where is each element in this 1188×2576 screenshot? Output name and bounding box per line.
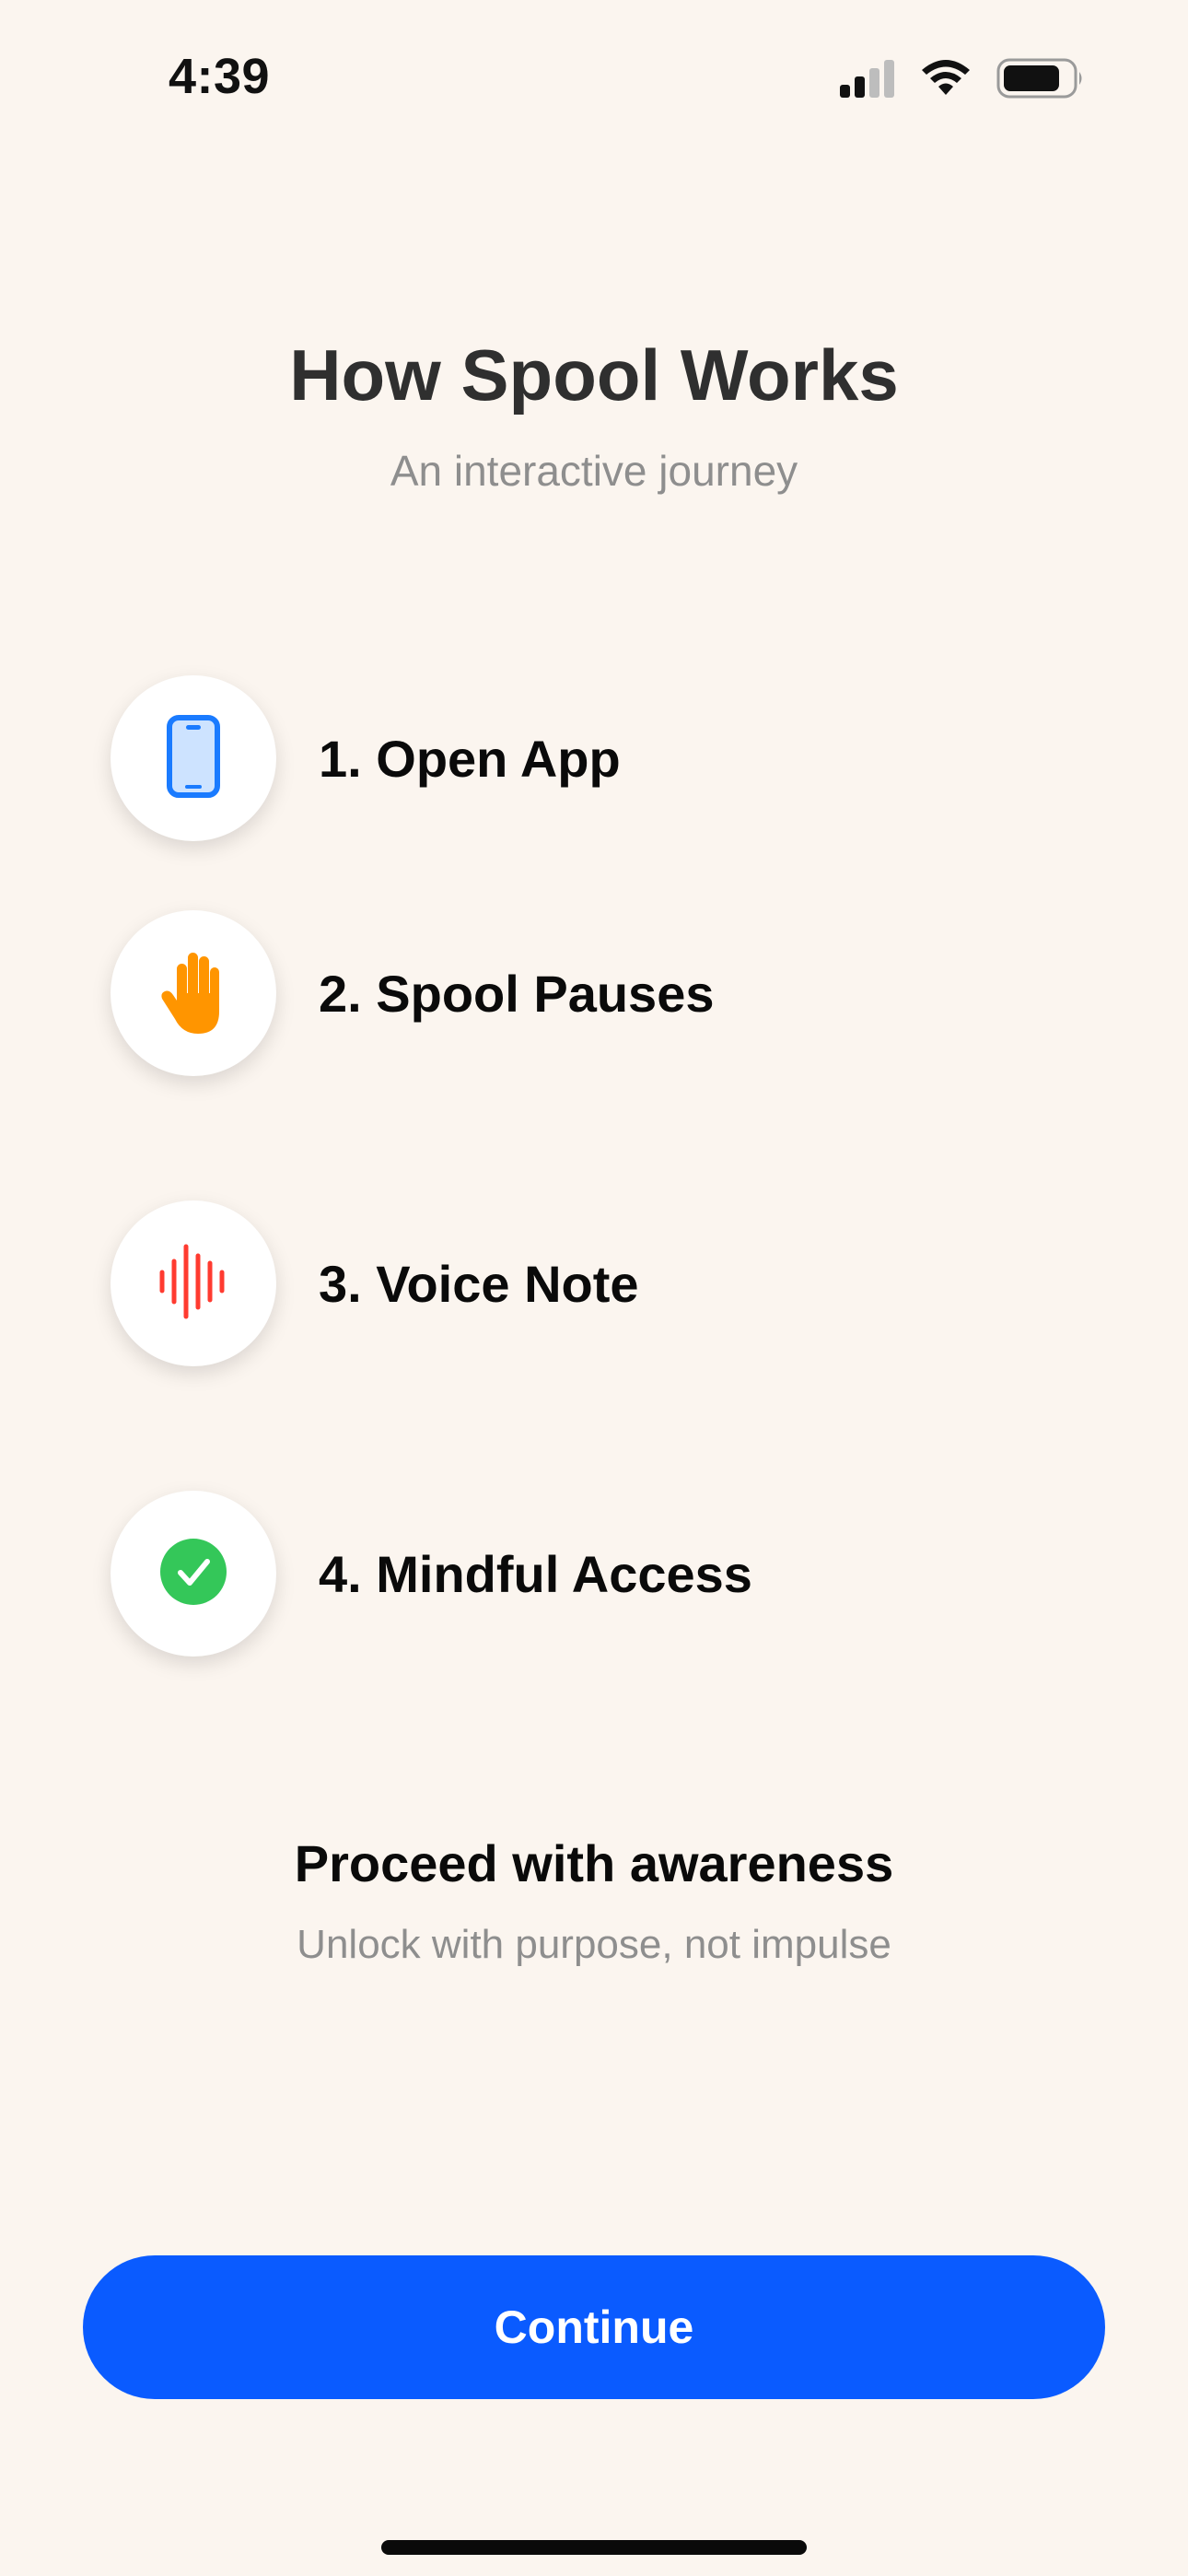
step-icon-circle bbox=[111, 1491, 276, 1657]
page-title: How Spool Works bbox=[289, 334, 899, 416]
checkmark-circle-icon bbox=[159, 1538, 227, 1610]
continue-button[interactable]: Continue bbox=[83, 2255, 1105, 2399]
home-indicator[interactable] bbox=[381, 2540, 807, 2555]
wifi-icon bbox=[919, 58, 973, 103]
step-voice-note: 3. Voice Note bbox=[111, 1200, 639, 1366]
footer-title: Proceed with awareness bbox=[294, 1834, 894, 1892]
step-label: 3. Voice Note bbox=[319, 1254, 639, 1313]
step-icon-circle bbox=[111, 910, 276, 1076]
page-subtitle: An interactive journey bbox=[390, 447, 798, 495]
step-open-app: 1. Open App bbox=[111, 675, 621, 841]
step-spool-pauses: 2. Spool Pauses bbox=[111, 910, 715, 1076]
step-icon-circle bbox=[111, 1200, 276, 1366]
step-label: 1. Open App bbox=[319, 729, 621, 788]
step-label: 2. Spool Pauses bbox=[319, 964, 715, 1023]
cellular-signal-icon bbox=[840, 59, 895, 102]
hand-icon bbox=[157, 945, 230, 1042]
waveform-icon bbox=[157, 1243, 230, 1325]
step-mindful-access: 4. Mindful Access bbox=[111, 1491, 752, 1657]
phone-icon bbox=[166, 714, 221, 802]
battery-icon bbox=[996, 57, 1085, 104]
status-icons bbox=[840, 57, 1085, 103]
step-label: 4. Mindful Access bbox=[319, 1544, 752, 1603]
step-icon-circle bbox=[111, 675, 276, 841]
status-time: 4:39 bbox=[169, 49, 271, 104]
footer-subtitle: Unlock with purpose, not impulse bbox=[297, 1922, 891, 1967]
